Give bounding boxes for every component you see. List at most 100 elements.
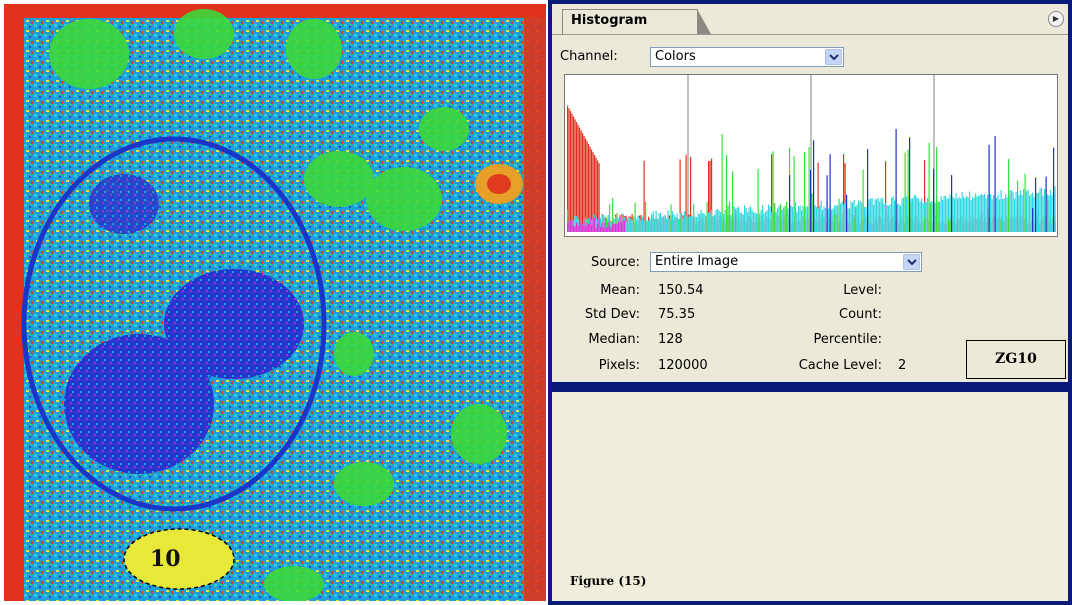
histogram-bar-cyan	[637, 215, 639, 232]
histogram-bar-cyan	[630, 218, 632, 232]
histogram-bar-blue	[1032, 207, 1034, 232]
histogram-bar-cyan	[658, 213, 660, 232]
histogram-bar-cyan	[996, 197, 998, 232]
histogram-bar-cyan	[699, 214, 701, 232]
histogram-bar-cyan	[990, 193, 992, 232]
histogram-bar-cyan	[769, 206, 771, 232]
histogram-bar-green	[772, 151, 774, 232]
histogram-bar-cyan	[691, 215, 693, 232]
channel-select-value: Colors	[655, 49, 696, 64]
histogram-bar-cyan	[802, 205, 804, 232]
chevron-down-icon[interactable]	[825, 49, 842, 65]
histogram-bar-cyan	[666, 218, 668, 232]
histogram-bar-magenta	[589, 217, 591, 232]
chevron-down-icon[interactable]	[903, 254, 920, 270]
histogram-bar-cyan	[633, 216, 635, 232]
histogram-bar-magenta	[622, 219, 624, 232]
histogram-bar-cyan	[777, 208, 779, 232]
histogram-bar-cyan	[1006, 197, 1008, 232]
histogram-bar-green	[784, 205, 786, 232]
histogram-bar-cyan	[903, 197, 905, 232]
histogram-bar-cyan	[819, 205, 821, 232]
histogram-bar-green	[855, 206, 857, 232]
histogram-bar-magenta	[607, 222, 609, 232]
histogram-bar-cyan	[870, 198, 872, 232]
histogram-bar-green	[735, 210, 737, 232]
histogram-bar-cyan	[741, 212, 743, 232]
histogram-bar-cyan	[852, 202, 854, 232]
sample-id-box: ZG10	[966, 340, 1066, 379]
histogram-bar-cyan	[754, 212, 756, 232]
histogram-bar-cyan	[1023, 188, 1025, 232]
histogram-bar-blue	[1035, 177, 1037, 232]
histogram-bar-cyan	[816, 206, 818, 232]
histogram-bar-blue	[867, 149, 869, 232]
figure-caption: Figure (15)	[570, 574, 647, 588]
histogram-bar-cyan	[940, 196, 942, 232]
histogram-bar-magenta	[580, 223, 582, 232]
histogram-bar-cyan	[835, 205, 837, 232]
histogram-bar-green	[937, 201, 939, 232]
pseudocolor-image-canvas	[4, 4, 546, 601]
channel-select[interactable]: Colors	[650, 47, 844, 67]
histogram-bar-green	[727, 205, 729, 232]
source-label: Source:	[590, 255, 640, 270]
histogram-bar-cyan	[931, 200, 933, 232]
histogram-bar-cyan	[832, 208, 834, 232]
histogram-bar-cyan	[1026, 191, 1028, 232]
histogram-bar-cyan	[748, 207, 750, 232]
histogram-bar-cyan	[981, 193, 983, 232]
histogram-bar-blue	[909, 137, 911, 232]
histogram-bar-cyan	[1039, 188, 1041, 232]
histogram-bar-cyan	[783, 207, 785, 232]
histogram-bar-cyan	[1012, 192, 1014, 232]
histogram-bar-magenta	[568, 220, 570, 232]
histogram-bar-cyan	[765, 211, 767, 232]
histogram-bar-cyan	[958, 196, 960, 232]
histogram-bar-cyan	[1044, 188, 1046, 232]
histogram-bar-green	[757, 168, 759, 232]
histogram-bar-cyan	[921, 198, 923, 232]
histogram-bar-cyan	[696, 216, 698, 232]
histogram-bar-cyan	[709, 212, 711, 232]
histogram-bar-cyan	[1011, 190, 1013, 232]
histogram-bar-cyan	[660, 213, 662, 232]
histogram-bar-green	[862, 169, 864, 232]
histogram-bar-cyan	[742, 215, 744, 232]
histogram-bar-red	[582, 133, 584, 232]
histogram-bar-blue	[988, 144, 990, 232]
histogram-bar-magenta	[582, 225, 584, 232]
histogram-bar-cyan	[705, 215, 707, 232]
tab-histogram[interactable]: Histogram	[562, 9, 711, 34]
histogram-bar-green	[948, 219, 950, 232]
histogram-bar-cyan	[807, 206, 809, 232]
histogram-bar-cyan	[1002, 198, 1004, 232]
histogram-bar-cyan	[625, 221, 627, 232]
histogram-bar-cyan	[961, 191, 963, 232]
median-label: Median:	[588, 332, 640, 347]
histogram-bar-cyan	[888, 205, 890, 232]
histogram-bar-cyan	[859, 200, 861, 232]
histogram-bar-green	[808, 147, 810, 232]
histogram-bar-magenta	[591, 225, 593, 232]
histogram-bar-cyan	[805, 207, 807, 232]
histogram-bar-green	[670, 204, 672, 232]
histogram-bar-cyan	[939, 201, 941, 232]
histogram-bar-blue	[846, 194, 848, 232]
histogram-bar-magenta	[613, 223, 615, 232]
histogram-bar-cyan	[801, 210, 803, 232]
histogram-bar-green	[774, 202, 776, 232]
histogram-bar-cyan	[763, 213, 765, 232]
histogram-bar-magenta	[586, 223, 588, 232]
histogram-bar-cyan	[889, 204, 891, 232]
histogram-bar-green	[793, 156, 795, 232]
menu-arrow-icon[interactable]: ▶	[1048, 11, 1064, 27]
histogram-bar-green	[904, 152, 906, 232]
histogram-bar-green	[634, 202, 636, 232]
histogram-bar-cyan	[663, 216, 665, 232]
histogram-bar-cyan	[669, 218, 671, 232]
source-select[interactable]: Entire Image	[650, 252, 922, 272]
histogram-bar-cyan	[871, 198, 873, 232]
histogram-bar-magenta	[624, 220, 626, 232]
histogram-bar-cyan	[652, 211, 654, 232]
